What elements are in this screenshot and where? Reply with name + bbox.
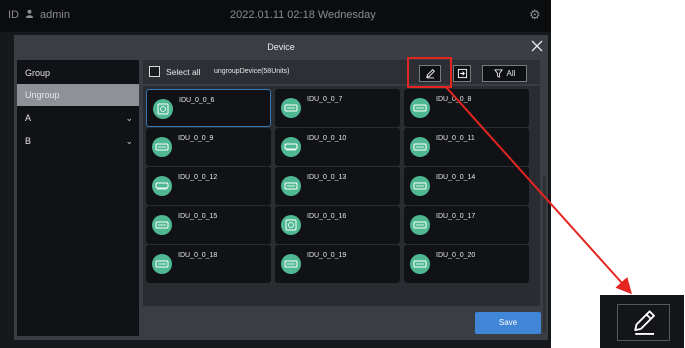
close-icon[interactable] bbox=[530, 40, 544, 54]
device-name: IDU_0_0_20 bbox=[436, 252, 476, 259]
device-dialog: Device Group Ungroup A ⌄ B ⌄ Select all … bbox=[14, 35, 548, 340]
sidebar-item-label: B bbox=[25, 136, 32, 146]
device-name: IDU_0_0_17 bbox=[436, 213, 476, 220]
device-name: IDU_0_0_13 bbox=[307, 174, 347, 181]
gear-icon[interactable]: ⚙ bbox=[529, 7, 541, 23]
device-name: IDU_0_0_19 bbox=[307, 252, 347, 259]
sidebar-item-group[interactable]: Group bbox=[17, 62, 139, 84]
device-name: IDU_0_0_11 bbox=[436, 135, 475, 142]
sidebar-item-b[interactable]: B ⌄ bbox=[17, 130, 139, 152]
device-card[interactable]: IDU_0_0_11 bbox=[404, 128, 529, 166]
group-sidebar: Group Ungroup A ⌄ B ⌄ bbox=[17, 60, 139, 336]
device-name: IDU_0_0_15 bbox=[178, 213, 218, 220]
cassette-unit-icon bbox=[153, 99, 173, 119]
dialog-title: Device bbox=[267, 42, 295, 52]
chevron-down-icon: ⌄ bbox=[125, 136, 133, 146]
user-icon bbox=[25, 9, 34, 21]
device-card[interactable]: IDU_0_0_12 bbox=[146, 167, 271, 205]
duct-unit-icon bbox=[281, 98, 301, 118]
device-card[interactable]: IDU_0_0_16 bbox=[275, 206, 400, 244]
sidebar-item-a[interactable]: A ⌄ bbox=[17, 107, 139, 129]
select-all-checkbox[interactable] bbox=[149, 66, 160, 77]
datetime: 2022.01.11 02:18 Wednesday bbox=[230, 9, 376, 21]
edit-button-highlight bbox=[407, 57, 452, 88]
device-name: IDU_0_0_10 bbox=[307, 135, 347, 142]
device-card[interactable]: IDU_0_0_14 bbox=[404, 167, 529, 205]
device-card[interactable]: IDU_0_0_9 bbox=[146, 128, 271, 166]
zoom-callout bbox=[600, 295, 684, 348]
filter-label: All bbox=[506, 69, 516, 78]
duct-unit-icon bbox=[281, 254, 301, 274]
device-card[interactable]: IDU_0_0_15 bbox=[146, 206, 271, 244]
device-name: IDU_0_0_12 bbox=[178, 174, 218, 181]
save-button[interactable]: Save bbox=[475, 312, 541, 334]
device-card[interactable]: IDU_0_0_7 bbox=[275, 89, 400, 127]
device-card[interactable]: IDU_0_0_6 bbox=[146, 89, 271, 127]
filter-icon bbox=[493, 69, 503, 78]
wall-unit-icon bbox=[281, 137, 301, 157]
dialog-header: Device bbox=[14, 35, 548, 59]
location-code: ID bbox=[8, 9, 19, 21]
device-name: IDU_0_0_8 bbox=[436, 96, 472, 103]
duct-unit-icon bbox=[410, 176, 430, 196]
device-name: IDU_0_0_7 bbox=[307, 96, 343, 103]
duct-unit-icon bbox=[410, 254, 430, 274]
device-name: IDU_0_0_9 bbox=[178, 135, 214, 142]
device-card[interactable]: IDU_0_0_18 bbox=[146, 245, 271, 283]
device-name: IDU_0_0_14 bbox=[436, 174, 476, 181]
edit-button-zoomed bbox=[617, 304, 670, 341]
device-card[interactable]: IDU_0_0_19 bbox=[275, 245, 400, 283]
duct-unit-icon bbox=[410, 98, 430, 118]
device-card[interactable]: IDU_0_0_20 bbox=[404, 245, 529, 283]
device-grid: IDU_0_0_6 IDU_0_0_7 IDU_0_0_8 IDU_0_0_9 IDU_… bbox=[143, 86, 540, 306]
device-name: IDU_0_0_18 bbox=[178, 252, 218, 259]
device-card[interactable]: IDU_0_0_8 bbox=[404, 89, 529, 127]
duct-unit-icon bbox=[410, 137, 430, 157]
pencil-icon bbox=[634, 310, 655, 335]
duct-unit-icon bbox=[152, 137, 172, 157]
group-count-label: ungroupDevice(58Units) bbox=[214, 68, 290, 75]
cassette-unit-icon bbox=[281, 215, 301, 235]
sidebar-item-label: Ungroup bbox=[25, 90, 60, 100]
filter-button[interactable]: All bbox=[482, 65, 527, 82]
device-name: IDU_0_0_16 bbox=[307, 213, 347, 220]
username: admin bbox=[40, 9, 70, 21]
duct-unit-icon bbox=[281, 176, 301, 196]
device-card[interactable]: IDU_0_0_10 bbox=[275, 128, 400, 166]
sidebar-item-ungroup[interactable]: Ungroup bbox=[17, 84, 139, 106]
duct-unit-icon bbox=[410, 215, 430, 235]
device-card[interactable]: IDU_0_0_13 bbox=[275, 167, 400, 205]
app-screen: ID admin 2022.01.11 02:18 Wednesday ⚙ De… bbox=[0, 0, 551, 348]
move-to-group-icon bbox=[457, 68, 467, 79]
chevron-down-icon: ⌄ bbox=[125, 113, 133, 123]
move-to-group-button[interactable] bbox=[453, 65, 471, 82]
duct-unit-icon bbox=[152, 254, 172, 274]
device-card[interactable]: IDU_0_0_17 bbox=[404, 206, 529, 244]
device-toolbar: Select all ungroupDevice(58Units) All bbox=[143, 60, 540, 84]
device-name: IDU_0_0_6 bbox=[179, 97, 215, 104]
scrollbar[interactable] bbox=[543, 176, 546, 332]
status-bar: ID admin 2022.01.11 02:18 Wednesday ⚙ bbox=[0, 0, 551, 32]
user-info: ID admin bbox=[8, 9, 70, 21]
select-all-label: Select all bbox=[166, 67, 201, 77]
device-panel: Select all ungroupDevice(58Units) All ID… bbox=[143, 60, 540, 306]
sidebar-item-label: Group bbox=[25, 68, 51, 78]
sidebar-item-label: A bbox=[25, 113, 32, 123]
duct-unit-icon bbox=[152, 215, 172, 235]
wall-unit-icon bbox=[152, 176, 172, 196]
